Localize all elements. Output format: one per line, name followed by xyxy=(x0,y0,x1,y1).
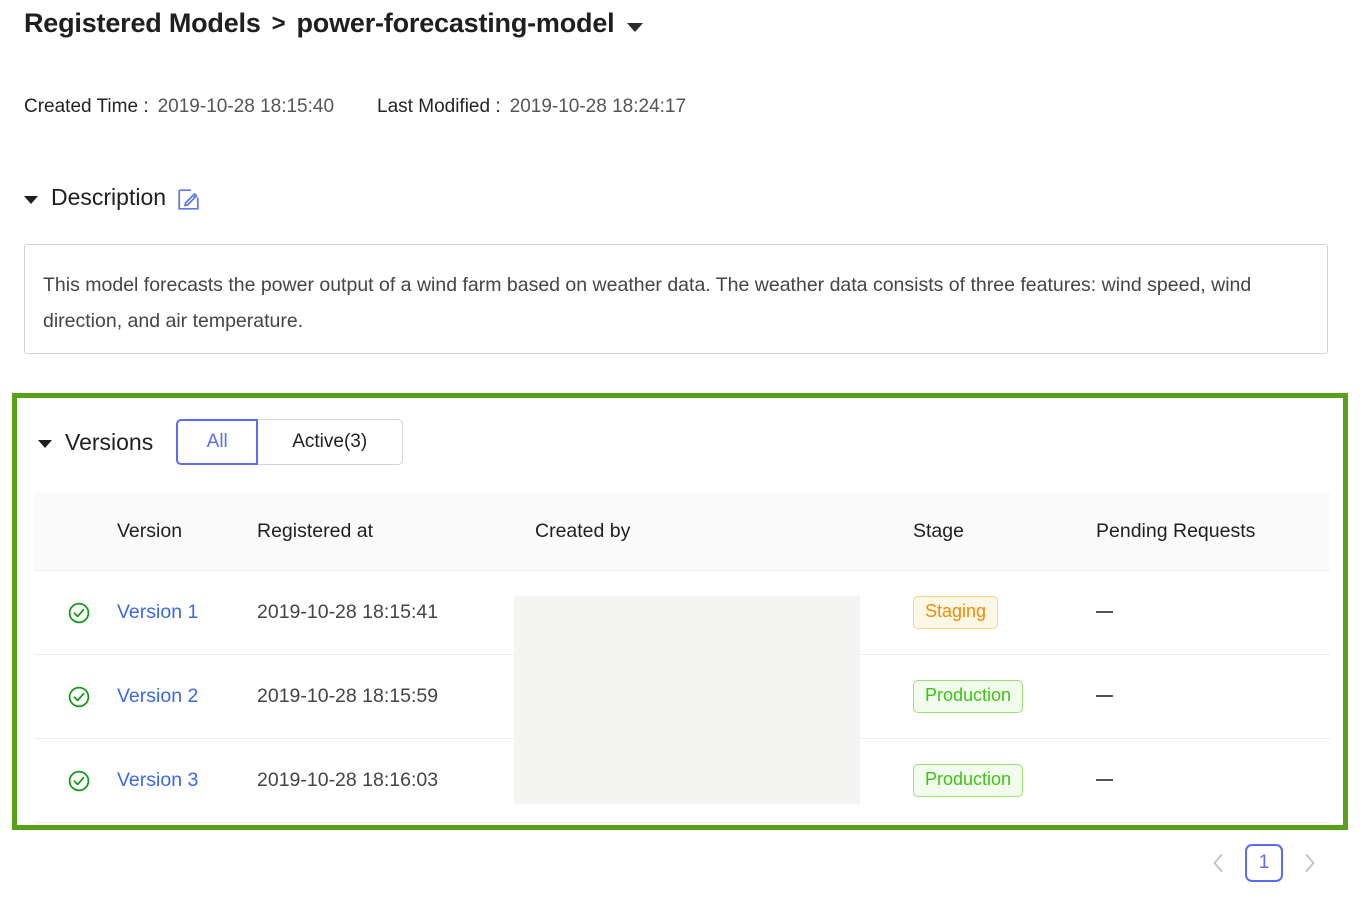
row-status-cell xyxy=(34,770,117,792)
column-header-registered-at: Registered at xyxy=(257,520,535,543)
tab-active[interactable]: Active(3) xyxy=(257,419,403,465)
versions-title: Versions xyxy=(65,429,153,456)
status-badge: Production xyxy=(913,680,1023,713)
description-section-header: Description xyxy=(24,184,199,211)
chevron-left-icon[interactable] xyxy=(1205,848,1231,878)
description-title: Description xyxy=(51,184,166,211)
row-registered-at-cell: 2019-10-28 18:15:59 xyxy=(257,685,535,708)
versions-table: Version Registered at Created by Stage P… xyxy=(34,493,1330,823)
last-modified-label: Last Modified : xyxy=(377,96,501,118)
row-registered-at-cell: 2019-10-28 18:15:41 xyxy=(257,601,535,624)
row-pending-requests-cell xyxy=(1096,772,1330,790)
row-stage-cell: Production xyxy=(913,764,1096,797)
description-box: This model forecasts the power output of… xyxy=(24,244,1328,354)
breadcrumb-link-registered-models[interactable]: Registered Models xyxy=(24,8,261,39)
breadcrumb-current-model: power-forecasting-model xyxy=(297,8,615,39)
chevron-down-icon[interactable] xyxy=(627,23,643,32)
column-header-stage: Stage xyxy=(913,520,1096,543)
empty-dash-icon xyxy=(1096,695,1113,697)
edit-pencil-icon[interactable] xyxy=(178,189,199,210)
description-text: This model forecasts the power output of… xyxy=(43,267,1293,339)
versions-filter-tabs: All Active(3) xyxy=(176,419,403,465)
breadcrumb: Registered Models > power-forecasting-mo… xyxy=(24,8,643,39)
version-link[interactable]: Version 1 xyxy=(117,601,198,623)
chevron-right-icon[interactable] xyxy=(1297,848,1323,878)
status-badge: Staging xyxy=(913,596,998,629)
status-badge: Production xyxy=(913,764,1023,797)
empty-dash-icon xyxy=(1096,611,1113,613)
row-status-cell xyxy=(34,602,117,624)
versions-section: Versions All Active(3) Version Registere… xyxy=(12,393,1348,830)
row-registered-at-cell: 2019-10-28 18:16:03 xyxy=(257,769,535,792)
breadcrumb-separator-icon: > xyxy=(272,10,286,38)
pagination: 1 xyxy=(1205,844,1323,882)
row-pending-requests-cell xyxy=(1096,604,1330,622)
table-header-row: Version Registered at Created by Stage P… xyxy=(34,493,1330,571)
row-status-cell xyxy=(34,686,117,708)
registered-at-value: 2019-10-28 18:15:41 xyxy=(257,601,438,623)
circle-check-icon xyxy=(68,686,117,708)
last-modified-value: 2019-10-28 18:24:17 xyxy=(510,96,686,118)
row-stage-cell: Staging xyxy=(913,596,1096,629)
versions-section-header: Versions All Active(3) xyxy=(38,419,403,465)
circle-check-icon xyxy=(68,770,117,792)
version-link[interactable]: Version 2 xyxy=(117,685,198,707)
column-header-created-by: Created by xyxy=(535,520,913,543)
row-version-cell: Version 3 xyxy=(117,769,257,792)
table-row[interactable]: Version 1 2019-10-28 18:15:41 Staging xyxy=(34,571,1330,655)
created-time-label: Created Time : xyxy=(24,96,149,118)
row-version-cell: Version 1 xyxy=(117,601,257,624)
row-stage-cell: Production xyxy=(913,680,1096,713)
circle-check-icon xyxy=(68,602,117,624)
registered-at-value: 2019-10-28 18:16:03 xyxy=(257,769,438,791)
table-row[interactable]: Version 3 2019-10-28 18:16:03 Production xyxy=(34,739,1330,823)
version-link[interactable]: Version 3 xyxy=(117,769,198,791)
tab-all[interactable]: All xyxy=(176,419,258,465)
registered-at-value: 2019-10-28 18:15:59 xyxy=(257,685,438,707)
column-header-version: Version xyxy=(117,520,257,543)
row-pending-requests-cell xyxy=(1096,688,1330,706)
empty-dash-icon xyxy=(1096,779,1113,781)
row-version-cell: Version 2 xyxy=(117,685,257,708)
model-metadata-row: Created Time : 2019-10-28 18:15:40 Last … xyxy=(24,96,686,118)
column-header-pending-requests: Pending Requests xyxy=(1096,520,1330,543)
triangle-down-icon[interactable] xyxy=(24,196,38,204)
created-time-value: 2019-10-28 18:15:40 xyxy=(158,96,334,118)
table-row[interactable]: Version 2 2019-10-28 18:15:59 Production xyxy=(34,655,1330,739)
triangle-down-icon[interactable] xyxy=(38,440,52,448)
page-number-1[interactable]: 1 xyxy=(1245,844,1283,882)
